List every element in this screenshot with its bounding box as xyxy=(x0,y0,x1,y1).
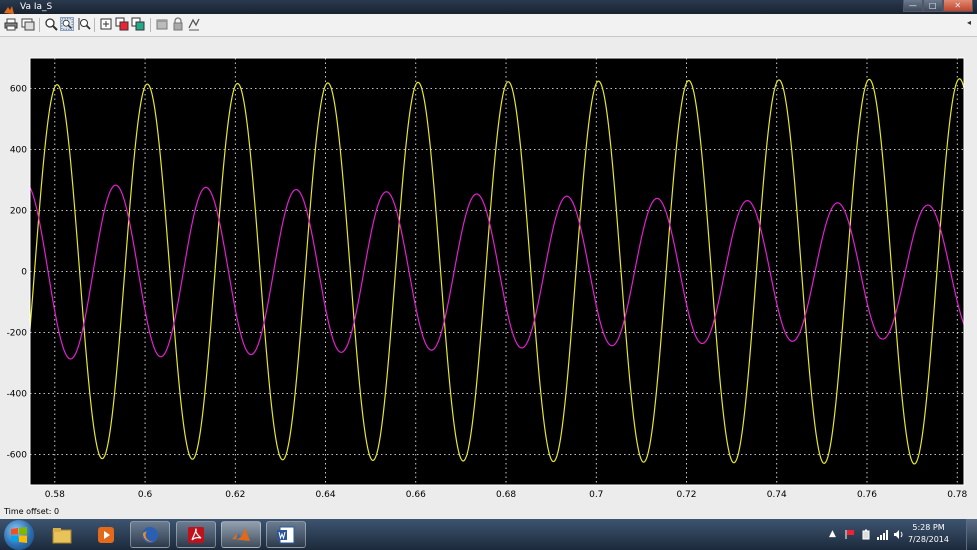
toolbar-separator xyxy=(94,18,95,32)
show-desktop-button[interactable] xyxy=(966,519,977,550)
scope-toolbar: ◂ xyxy=(0,14,977,37)
x-tick-label: 0.68 xyxy=(496,490,516,500)
matlab-icon xyxy=(232,527,250,541)
folder-icon xyxy=(52,527,72,543)
word-icon xyxy=(277,526,295,543)
y-tick-label: 200 xyxy=(10,207,27,217)
taskbar-firefox[interactable] xyxy=(130,521,170,548)
signal-selection-icon[interactable] xyxy=(187,17,201,31)
firefox-icon xyxy=(142,526,158,543)
taskbar-matlab[interactable] xyxy=(221,521,261,548)
clock-date: 7/28/2014 xyxy=(907,535,949,544)
system-tray: ▲ 5:28 PM 7/28/2014 xyxy=(817,519,977,550)
toolbar-separator xyxy=(39,18,40,32)
x-tick-label: 0.6 xyxy=(138,490,153,500)
x-tick-label: 0.76 xyxy=(857,490,877,500)
scope-plot: 0.58 0.6 0.62 0.64 0.66 0.68 0.7 0.72 0.74 0.76 0.… xyxy=(7,57,968,500)
windows-taskbar: ▲ 5:28 PM 7/28/2014 xyxy=(0,519,977,550)
clock-time: 5:28 PM xyxy=(912,523,945,532)
restore-axes-icon[interactable] xyxy=(131,17,145,31)
taskbar-word[interactable] xyxy=(266,521,306,548)
zoom-x-icon[interactable] xyxy=(60,17,74,31)
minimize-button[interactable]: — xyxy=(903,0,923,12)
status-bar: Time offset: 0 xyxy=(0,505,977,519)
x-tick-label: 0.58 xyxy=(45,490,65,500)
y-tick-label: 0 xyxy=(21,268,27,278)
taskbar-explorer[interactable] xyxy=(42,521,82,548)
x-tick-label: 0.74 xyxy=(767,490,787,500)
x-tick-label: 0.64 xyxy=(316,490,336,500)
toolbar-menu-arrow-icon[interactable]: ◂ xyxy=(967,18,971,27)
y-tick-label: 400 xyxy=(10,146,27,156)
close-button[interactable]: ✕ xyxy=(942,0,973,12)
x-tick-label: 0.66 xyxy=(406,490,426,500)
y-tick-label: 600 xyxy=(10,85,27,95)
power-icon[interactable] xyxy=(861,529,872,543)
time-offset-label: Time offset: 0 xyxy=(4,507,60,516)
y-tick-label: -600 xyxy=(7,451,28,461)
signal-icon[interactable] xyxy=(877,529,889,543)
x-tick-label: 0.62 xyxy=(225,490,245,500)
window-controls: — □ ✕ xyxy=(903,0,973,12)
window-title: Va Ia_S xyxy=(20,2,53,12)
x-tick-label: 0.72 xyxy=(676,490,696,500)
taskbar-clock[interactable]: 5:28 PM 7/28/2014 xyxy=(908,522,949,546)
window-titlebar: Va Ia_S — □ ✕ xyxy=(0,0,977,14)
float-icon[interactable] xyxy=(155,17,169,31)
taskbar-media-player[interactable] xyxy=(86,521,126,548)
autoscale-icon[interactable] xyxy=(99,17,113,31)
tray-expand-arrow-icon[interactable]: ▲ xyxy=(829,529,836,539)
start-button[interactable] xyxy=(4,520,34,550)
taskbar-acrobat[interactable] xyxy=(176,521,216,548)
parameters-icon[interactable] xyxy=(21,17,35,31)
media-player-icon xyxy=(98,526,114,543)
toolbar-separator xyxy=(150,18,151,32)
matlab-app-icon xyxy=(3,1,15,14)
flag-icon[interactable] xyxy=(845,529,856,543)
print-icon[interactable] xyxy=(4,17,18,31)
volume-icon[interactable] xyxy=(893,529,905,543)
windows-logo-icon xyxy=(11,527,27,543)
save-axes-icon[interactable] xyxy=(115,17,129,31)
maximize-button[interactable]: □ xyxy=(922,0,943,12)
acrobat-icon xyxy=(188,526,204,543)
lock-icon[interactable] xyxy=(171,17,185,31)
x-tick-label: 0.7 xyxy=(589,490,603,500)
zoom-icon[interactable] xyxy=(44,17,58,31)
y-tick-label: -200 xyxy=(7,329,28,339)
zoom-y-icon[interactable] xyxy=(77,17,91,31)
x-tick-label: 0.78 xyxy=(947,490,967,500)
y-tick-label: -400 xyxy=(7,390,28,400)
